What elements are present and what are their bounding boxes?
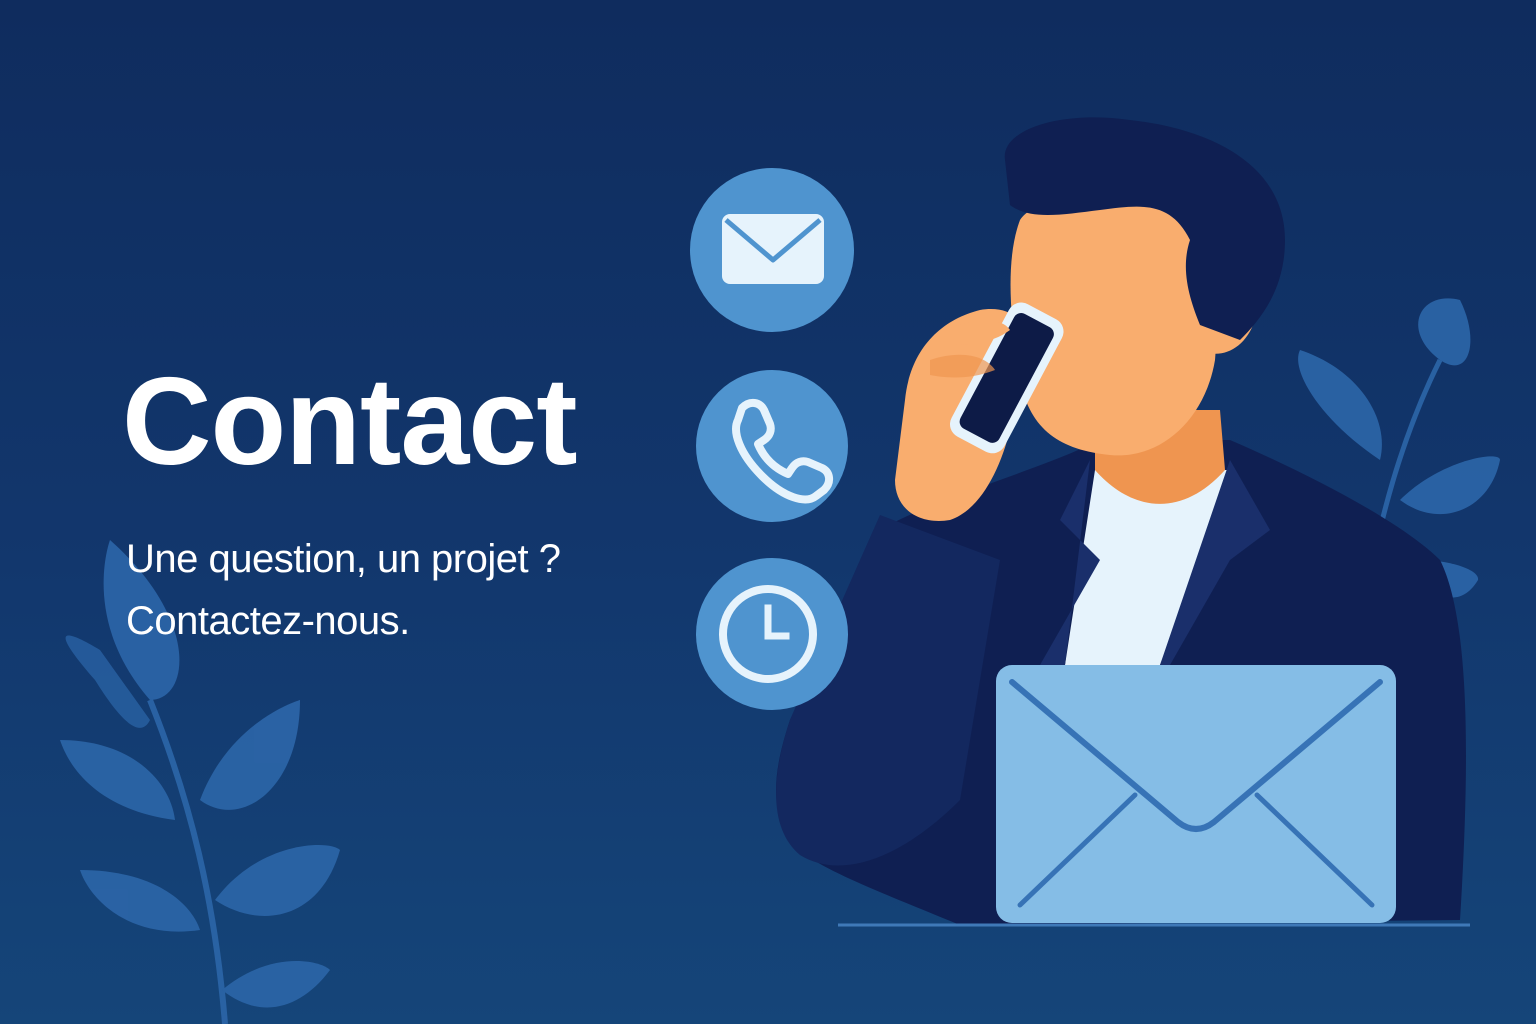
clock-icon xyxy=(696,558,848,710)
large-envelope xyxy=(996,665,1396,923)
mail-icon xyxy=(690,168,854,332)
subtitle: Une question, un projet ? Contactez-nous… xyxy=(126,528,561,652)
subtitle-line-1: Une question, un projet ? xyxy=(126,537,561,581)
subtitle-line-2: Contactez-nous. xyxy=(126,599,410,643)
page-title: Contact xyxy=(122,353,578,491)
phone-icon xyxy=(696,370,848,522)
